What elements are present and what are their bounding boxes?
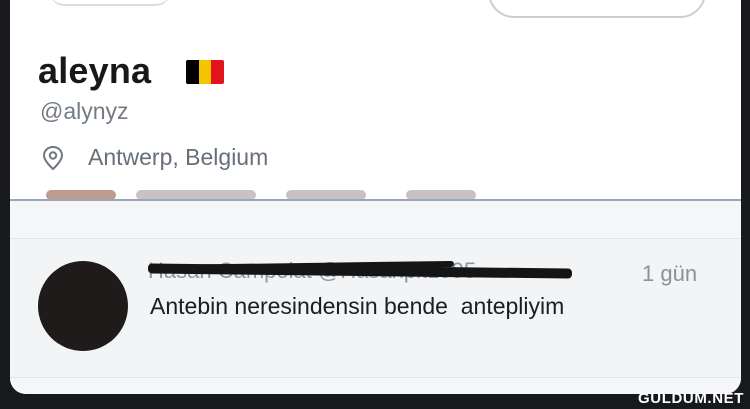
reply-item[interactable]: Hasan Campolat @Hasanplt1995 1 gün Anteb… (10, 238, 741, 378)
reply-timestamp: 1 gün (642, 261, 698, 286)
profile-card: Profili düzenle aleyna @alynyz Antwerp, … (10, 0, 741, 200)
cropped-element (50, 0, 170, 6)
edit-profile-button[interactable]: Profili düzenle (488, 0, 706, 18)
flag-stripe-yellow (198, 60, 212, 84)
profile-handle: @alynyz (40, 98, 129, 124)
reply-text: Antebin neresindensin bende antepliyim (150, 293, 565, 319)
profile-display-name: aleyna (38, 50, 152, 91)
location-text: Antwerp, Belgium (88, 144, 269, 170)
reply-username[interactable]: Hasan Campolat @Hasanplt1995 (147, 258, 573, 283)
profile-location: Antwerp, Belgium (42, 144, 268, 171)
cropped-profile-row (46, 184, 486, 200)
avatar[interactable] (38, 261, 128, 351)
belgium-flag-icon (186, 60, 224, 84)
flag-stripe-red (211, 60, 224, 84)
location-pin-icon (42, 145, 64, 170)
watermark: GULDUM.NET (638, 390, 744, 407)
phone-screen: Profili düzenle aleyna @alynyz Antwerp, … (10, 0, 741, 394)
flag-stripe-black (186, 60, 199, 84)
